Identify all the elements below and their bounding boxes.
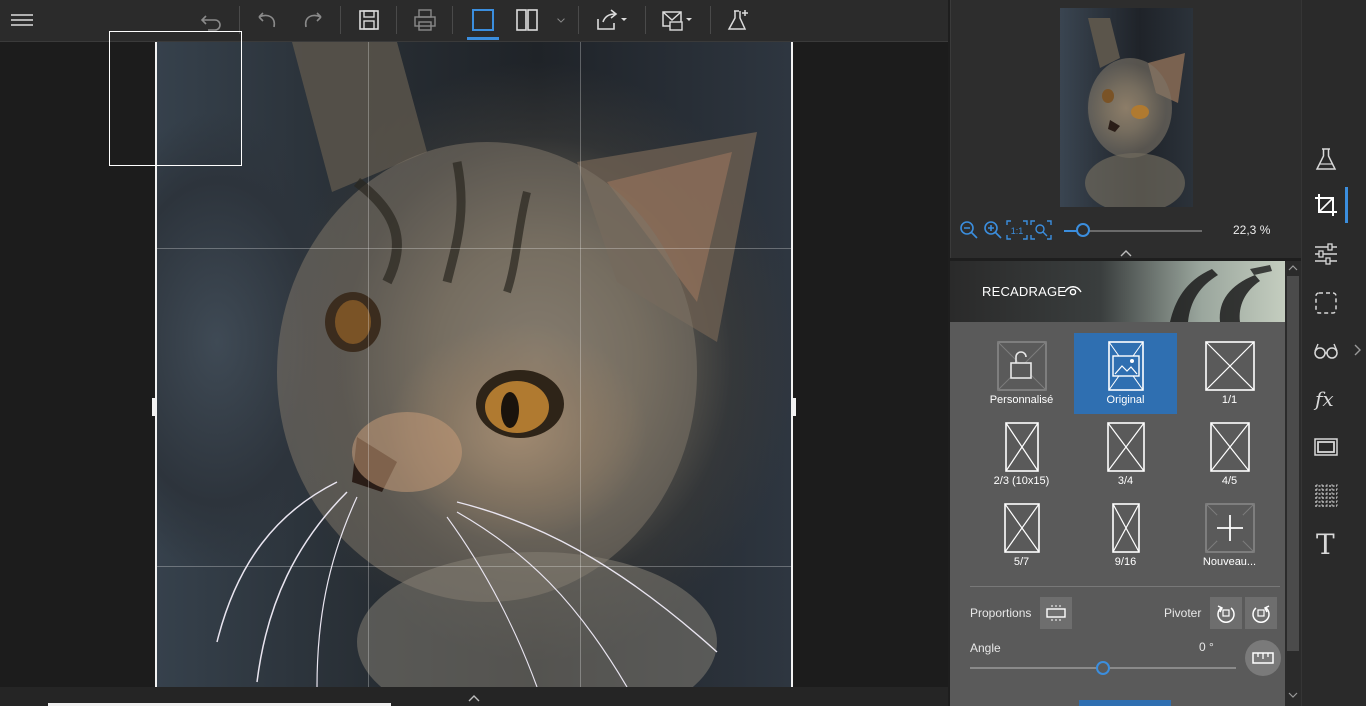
lock-open-icon xyxy=(996,341,1047,391)
proportions-label: Proportions xyxy=(970,606,1032,620)
zoom-slider-track[interactable] xyxy=(1083,230,1202,232)
ratio-label: 2/3 (10x15) xyxy=(993,475,1050,487)
svg-text:T: T xyxy=(1316,528,1335,558)
photo-editor-window: 1:1 22,3 % RECADRAGE Personnalisé Origin… xyxy=(0,0,1366,706)
text-icon[interactable]: T xyxy=(1308,525,1344,561)
kitten-photo[interactable] xyxy=(157,42,791,687)
add-ratio-icon xyxy=(1204,503,1255,553)
chevron-down-icon[interactable] xyxy=(1285,690,1301,700)
compare-view-icon[interactable] xyxy=(509,3,545,37)
panel-accent xyxy=(1079,700,1171,706)
rotate-right-button[interactable] xyxy=(1245,597,1277,629)
chevron-up-icon[interactable] xyxy=(1285,263,1301,273)
swap-orientation-icon xyxy=(1046,605,1066,621)
divider xyxy=(970,586,1280,587)
ratio-new[interactable]: Nouveau... xyxy=(1178,495,1281,576)
ratio-5-7[interactable]: 5/7 xyxy=(970,495,1073,576)
ratio-4-5[interactable]: 4/5 xyxy=(1178,414,1281,495)
zoom-value: 22,3 % xyxy=(1233,223,1271,237)
selection-icon[interactable] xyxy=(1308,285,1344,321)
chevron-up-icon[interactable] xyxy=(467,690,481,706)
crop-icon[interactable] xyxy=(1308,187,1348,223)
ratio-2-3[interactable]: 2/3 (10x15) xyxy=(970,414,1073,495)
send-icon[interactable] xyxy=(655,3,699,37)
ratio-label: Original xyxy=(1106,394,1145,406)
ratio-1-1[interactable]: 1/1 xyxy=(1178,333,1281,414)
ratio-3-4[interactable]: 3/4 xyxy=(1074,414,1177,495)
adjust-sliders-icon[interactable] xyxy=(1308,236,1344,272)
chevron-right-icon[interactable] xyxy=(1352,342,1362,363)
angle-label: Angle xyxy=(970,641,1001,655)
navigator-viewport[interactable] xyxy=(109,31,242,166)
rotate-left-icon xyxy=(1217,605,1235,623)
redo-icon[interactable] xyxy=(295,3,331,37)
zoom-in-icon[interactable] xyxy=(982,219,1004,241)
panel-scrollbar-thumb[interactable] xyxy=(1287,276,1299,651)
ratio-label: 4/5 xyxy=(1221,475,1238,487)
fit-icon[interactable] xyxy=(1030,219,1052,241)
ratio-label: 3/4 xyxy=(1117,475,1134,487)
fx-icon[interactable]: fx xyxy=(1308,381,1344,417)
crop-left-handle[interactable] xyxy=(152,398,156,416)
angle-slider-handle[interactable] xyxy=(1096,661,1110,675)
ratio-original[interactable]: Original xyxy=(1074,333,1177,414)
rotate-left-button[interactable] xyxy=(1210,597,1242,629)
flask-plus-icon[interactable] xyxy=(720,3,756,37)
texture-icon[interactable] xyxy=(1308,477,1344,513)
frame-icon[interactable] xyxy=(1308,429,1344,465)
print-icon[interactable] xyxy=(407,3,443,37)
undo-icon[interactable] xyxy=(249,3,285,37)
ratio-icon xyxy=(1209,422,1250,472)
ratio-label: Nouveau... xyxy=(1202,556,1257,568)
ratio-9-16[interactable]: 9/16 xyxy=(1074,495,1177,576)
zoom-out-icon[interactable] xyxy=(958,219,980,241)
rotate-right-icon xyxy=(1252,605,1270,623)
flask-icon[interactable] xyxy=(1308,141,1344,177)
straighten-button[interactable] xyxy=(1245,640,1281,676)
glasses-icon[interactable] xyxy=(1308,333,1344,369)
eye-icon[interactable] xyxy=(1064,283,1082,302)
ratio-icon xyxy=(1003,503,1040,553)
svg-text:1:1: 1:1 xyxy=(1011,226,1024,236)
ratio-custom[interactable]: Personnalisé xyxy=(970,333,1073,414)
angle-value: 0 ° xyxy=(1199,640,1214,654)
ratio-label: 1/1 xyxy=(1221,394,1238,406)
ratio-label: Personnalisé xyxy=(989,394,1054,406)
ratio-label: 9/16 xyxy=(1114,556,1137,568)
crop-right-handle[interactable] xyxy=(792,398,796,416)
hamburger-icon[interactable] xyxy=(4,3,40,37)
ratio-label: 5/7 xyxy=(1013,556,1030,568)
rotate-label: Pivoter xyxy=(1164,606,1202,620)
swap-proportions-button[interactable] xyxy=(1040,597,1072,629)
share-icon[interactable] xyxy=(590,3,634,37)
crop-panel-title: RECADRAGE xyxy=(982,284,1067,299)
navigator-thumbnail[interactable] xyxy=(1060,8,1193,207)
ratio-icon xyxy=(1004,422,1039,472)
image-icon xyxy=(1107,341,1144,391)
level-tool-icon xyxy=(1252,652,1274,664)
ratio-icon xyxy=(1111,503,1140,553)
save-icon[interactable] xyxy=(351,3,387,37)
single-view-icon[interactable] xyxy=(465,3,501,40)
actual-size-icon[interactable]: 1:1 xyxy=(1006,219,1028,241)
crop-right-edge[interactable] xyxy=(791,42,793,687)
svg-text:fx: fx xyxy=(1313,387,1334,411)
ratio-icon xyxy=(1204,341,1255,391)
chevron-down-icon[interactable] xyxy=(552,3,570,37)
ratio-icon xyxy=(1106,422,1145,472)
